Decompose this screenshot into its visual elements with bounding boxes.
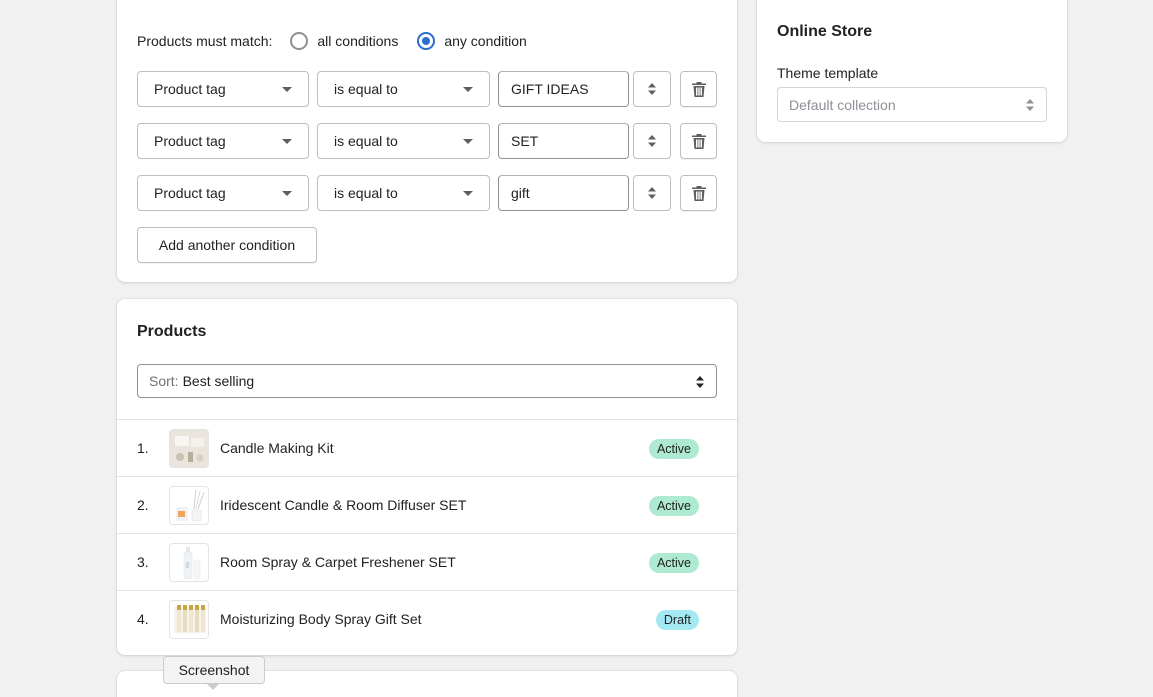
column-select-value: Product tag — [154, 133, 226, 149]
radio-label: all conditions — [317, 33, 399, 49]
online-store-title: Online Store — [777, 23, 873, 40]
column-select-value: Product tag — [154, 81, 226, 97]
product-name[interactable]: Room Spray & Carpet Freshener SET — [220, 554, 456, 570]
updown-arrows-icon — [1026, 99, 1034, 111]
sort-value: Best selling — [182, 373, 255, 389]
relation-select-value: is equal to — [334, 81, 398, 97]
product-name[interactable]: Iridescent Candle & Room Diffuser SET — [220, 497, 466, 513]
caret-down-icon — [282, 87, 292, 92]
product-row[interactable]: 1. Candle Making Kit Active — [117, 419, 737, 476]
product-row[interactable]: 2. Iridescent Candle & Room Diffuser SET… — [117, 476, 737, 533]
product-list: 1. Candle Making Kit Active 2. Iridescen… — [117, 419, 737, 647]
column-select[interactable]: Product tag — [137, 123, 309, 159]
trash-icon — [692, 186, 706, 201]
products-card: Products Sort: Best selling 1. Candle Ma… — [117, 299, 737, 655]
caret-down-icon — [282, 139, 292, 144]
relation-select-value: is equal to — [334, 185, 398, 201]
product-thumbnail — [169, 600, 209, 639]
relation-select-value: is equal to — [334, 133, 398, 149]
sort-prefix: Sort: — [149, 373, 179, 389]
column-select[interactable]: Product tag — [137, 175, 309, 211]
status-badge: Active — [648, 439, 699, 459]
updown-arrows-icon — [648, 187, 656, 199]
relation-select[interactable]: is equal to — [317, 71, 490, 107]
product-row[interactable]: 3. Room Spray & Carpet Freshener SET Act… — [117, 533, 737, 590]
status-badge: Active — [648, 496, 699, 516]
product-index: 3. — [137, 554, 149, 570]
conditions-card: Products must match: all conditions any … — [117, 0, 737, 282]
radio-button[interactable] — [290, 32, 309, 50]
match-label: Products must match: — [137, 33, 273, 49]
radio-any-condition[interactable]: any condition — [417, 32, 527, 50]
delete-condition-button[interactable] — [680, 71, 717, 107]
theme-template-value: Default collection — [789, 96, 896, 113]
relation-select[interactable]: is equal to — [317, 175, 490, 211]
caret-down-icon — [463, 139, 473, 144]
column-select-value: Product tag — [154, 185, 226, 201]
online-store-card: Online Store Theme template Default coll… — [757, 0, 1067, 142]
radio-all-conditions[interactable]: all conditions — [290, 32, 398, 50]
column-select[interactable]: Product tag — [137, 71, 309, 107]
sort-select[interactable]: Sort: Best selling — [137, 364, 717, 398]
trash-icon — [692, 134, 706, 149]
status-badge: Active — [648, 553, 699, 573]
condition-value-input[interactable]: GIFT IDEAS — [498, 71, 629, 107]
delete-condition-button[interactable] — [680, 175, 717, 211]
condition-row: Product tag is equal to GIFT IDEAS — [137, 71, 717, 107]
updown-arrows-icon — [648, 83, 656, 95]
condition-row: Product tag is equal to gift — [137, 175, 717, 211]
value-stepper[interactable] — [633, 123, 671, 159]
tooltip-arrow — [206, 683, 220, 690]
condition-value-input[interactable]: SET — [498, 123, 629, 159]
product-name[interactable]: Moisturizing Body Spray Gift Set — [220, 611, 422, 627]
add-condition-button[interactable]: Add another condition — [137, 227, 317, 263]
value-stepper[interactable] — [633, 175, 671, 211]
product-thumbnail — [169, 429, 209, 468]
product-index: 1. — [137, 440, 149, 456]
screenshot-tooltip: Screenshot — [163, 656, 265, 684]
products-title: Products — [137, 323, 207, 340]
condition-row: Product tag is equal to SET — [137, 123, 717, 159]
caret-down-icon — [463, 191, 473, 196]
relation-select[interactable]: is equal to — [317, 123, 490, 159]
product-row[interactable]: 4. Moisturizing Body Spray Gift Set Draf… — [117, 590, 737, 647]
product-name[interactable]: Candle Making Kit — [220, 440, 334, 456]
status-badge: Draft — [655, 610, 699, 630]
product-index: 4. — [137, 611, 149, 627]
radio-label: any condition — [444, 33, 527, 49]
product-thumbnail — [169, 486, 209, 525]
caret-down-icon — [282, 191, 292, 196]
trash-icon — [692, 82, 706, 97]
condition-value-input[interactable]: gift — [498, 175, 629, 211]
updown-arrows-icon — [696, 376, 704, 388]
caret-down-icon — [463, 87, 473, 92]
theme-template-select[interactable]: Default collection — [777, 87, 1047, 122]
value-stepper[interactable] — [633, 71, 671, 107]
delete-condition-button[interactable] — [680, 123, 717, 159]
product-index: 2. — [137, 497, 149, 513]
match-selector: Products must match: all conditions any … — [137, 31, 546, 51]
updown-arrows-icon — [648, 135, 656, 147]
product-thumbnail — [169, 543, 209, 582]
radio-button-checked[interactable] — [417, 32, 436, 50]
theme-template-label: Theme template — [777, 65, 879, 81]
